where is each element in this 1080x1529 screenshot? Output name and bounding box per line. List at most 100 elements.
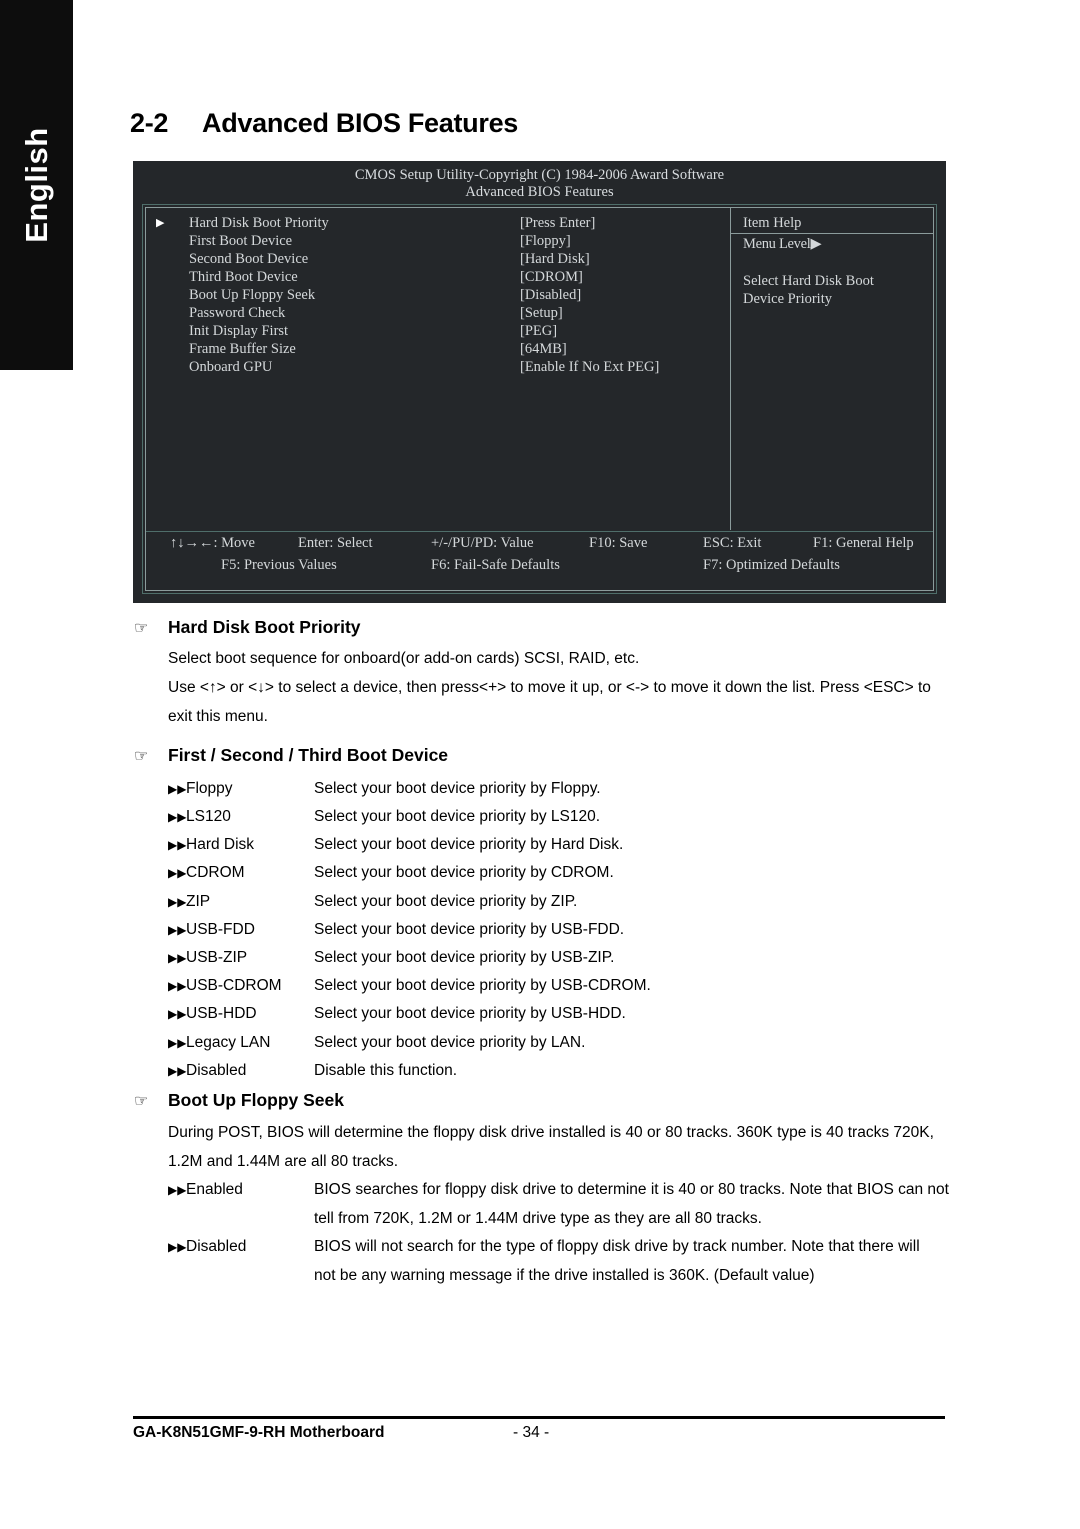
bios-option-label: Second Boot Device — [189, 251, 309, 267]
option-description: Select your boot device priority by CDRO… — [314, 864, 614, 881]
language-tab-english: English — [0, 0, 73, 370]
section-heading-boot-up-floppy-seek: ☞ Boot Up Floppy Seek — [134, 1090, 344, 1111]
key-f1: F1: General Help — [813, 535, 914, 551]
bios-inner-frame: ▶ Hard Disk Boot Priority [Press Enter] … — [145, 207, 934, 591]
bios-option-row[interactable]: First Boot Device [Floppy] — [156, 232, 730, 250]
bios-option-value[interactable]: [Enable If No Ext PEG] — [520, 358, 659, 376]
item-help-text-line1: Select Hard Disk Boot — [743, 273, 874, 289]
double-triangle-icon: ▶▶ — [168, 895, 187, 909]
bios-option-label: Boot Up Floppy Seek — [189, 287, 316, 303]
option-name: Legacy LAN — [186, 1034, 271, 1051]
key-enter: Enter: Select — [298, 535, 373, 551]
bios-option-value[interactable]: [Hard Disk] — [520, 250, 590, 268]
double-triangle-icon: ▶▶ — [168, 782, 187, 796]
option-name: ZIP — [186, 893, 211, 910]
key-value: +/-/PU/PD: Value — [431, 535, 534, 551]
pointing-hand-icon: ☞ — [134, 1093, 149, 1110]
bios-option-label: Frame Buffer Size — [189, 341, 296, 357]
option-name: USB-ZIP — [186, 949, 248, 966]
section-heading-label: Hard Disk Boot Priority — [168, 617, 361, 637]
double-triangle-icon: ▶▶ — [168, 979, 187, 993]
bios-key-legend-row2: F5: Previous Values F6: Fail-Safe Defaul… — [146, 554, 933, 576]
bios-option-label: Init Display First — [189, 323, 289, 339]
item-help-text-line2: Device Priority — [743, 291, 832, 307]
footer-divider — [133, 1416, 945, 1419]
option-name: CDROM — [186, 864, 245, 881]
bios-option-value[interactable]: [PEG] — [520, 322, 557, 340]
bios-option-label: Hard Disk Boot Priority — [189, 215, 329, 231]
option-name: USB-HDD — [186, 1005, 257, 1022]
bios-option-row[interactable]: ▶ Hard Disk Boot Priority [Press Enter] — [156, 214, 730, 232]
option-description: Disable this function. — [314, 1062, 458, 1079]
bios-option-value[interactable]: [Floppy] — [520, 232, 571, 250]
bios-option-value[interactable]: [CDROM] — [520, 268, 583, 286]
double-triangle-icon: ▶▶ — [168, 1007, 187, 1021]
bios-title-block: CMOS Setup Utility-Copyright (C) 1984-20… — [136, 164, 943, 201]
option-description: Select your boot device priority by USB-… — [314, 977, 651, 994]
language-tab-label: English — [18, 127, 54, 243]
bios-item-help-panel: Item Help Menu Level▶ Select Hard Disk B… — [730, 208, 933, 530]
bios-option-row[interactable]: Boot Up Floppy Seek [Disabled] — [156, 286, 730, 304]
section-paragraph: Select boot sequence for onboard(or add-… — [168, 650, 640, 667]
section-heading-boot-device: ☞ First / Second / Third Boot Device — [134, 745, 449, 766]
bios-option-label: Onboard GPU — [189, 359, 273, 375]
key-f7: F7: Optimized Defaults — [703, 557, 840, 573]
bios-setup-screenshot: CMOS Setup Utility-Copyright (C) 1984-20… — [133, 161, 946, 603]
bios-outer-frame: ▶ Hard Disk Boot Priority [Press Enter] … — [142, 204, 937, 594]
bios-key-legend-row1: ↑↓→←: Move Enter: Select +/-/PU/PD: Valu… — [146, 532, 933, 554]
bios-option-list: ▶ Hard Disk Boot Priority [Press Enter] … — [146, 208, 730, 530]
bios-page-name: Advanced BIOS Features — [465, 184, 614, 200]
bios-option-value[interactable]: [Disabled] — [520, 286, 581, 304]
bios-option-label: Password Check — [189, 305, 286, 321]
option-description: Select your boot device priority by USB-… — [314, 949, 615, 966]
option-description: Select your boot device priority by USB-… — [314, 921, 625, 938]
double-triangle-icon: ▶▶ — [168, 951, 187, 965]
section-paragraph: Use <↑> or <↓> to select a device, then … — [168, 679, 931, 725]
bios-option-row[interactable]: Frame Buffer Size [64MB] — [156, 340, 730, 358]
bios-option-label: First Boot Device — [189, 233, 293, 249]
bios-option-row[interactable]: Init Display First [PEG] — [156, 322, 730, 340]
double-triangle-icon: ▶▶ — [168, 1240, 187, 1254]
double-triangle-icon: ▶▶ — [168, 1036, 187, 1050]
key-f6: F6: Fail-Safe Defaults — [431, 557, 560, 573]
option-name: Floppy — [186, 780, 233, 797]
option-description: Select your boot device priority by LS12… — [314, 808, 601, 825]
menu-level-label: Menu Level▶ — [743, 236, 822, 252]
double-triangle-icon: ▶▶ — [168, 1183, 187, 1197]
option-name: Disabled — [186, 1238, 247, 1255]
double-triangle-icon: ▶▶ — [168, 866, 187, 880]
option-description: Select your boot device priority by USB-… — [314, 1005, 626, 1022]
option-description: BIOS will not search for the type of flo… — [314, 1238, 920, 1284]
bios-option-row[interactable]: Password Check [Setup] — [156, 304, 730, 322]
bios-option-value[interactable]: [Setup] — [520, 304, 563, 322]
page-title: 2-2 Advanced BIOS Features — [130, 108, 518, 139]
selection-arrow-icon: ▶ — [156, 217, 165, 229]
bios-body: ▶ Hard Disk Boot Priority [Press Enter] … — [146, 208, 933, 530]
bios-option-value[interactable]: [64MB] — [520, 340, 567, 358]
bios-option-label: Third Boot Device — [189, 269, 298, 285]
bios-option-row[interactable]: Third Boot Device [CDROM] — [156, 268, 730, 286]
section-title: Advanced BIOS Features — [202, 108, 519, 138]
bios-option-value[interactable]: [Press Enter] — [520, 214, 595, 232]
double-triangle-icon: ▶▶ — [168, 923, 187, 937]
section-number: 2-2 — [130, 108, 169, 138]
section-heading-hard-disk-boot-priority: ☞ Hard Disk Boot Priority — [134, 617, 361, 638]
bios-option-row[interactable]: Onboard GPU [Enable If No Ext PEG] — [156, 358, 730, 376]
footer-page-number: - 34 - — [513, 1424, 550, 1441]
option-description: Select your boot device priority by ZIP. — [314, 893, 578, 910]
double-triangle-icon: ▶▶ — [168, 1064, 187, 1078]
option-name: Enabled — [186, 1181, 243, 1198]
item-help-text: Select Hard Disk Boot Device Priority — [743, 272, 933, 308]
bios-option-row[interactable]: Second Boot Device [Hard Disk] — [156, 250, 730, 268]
double-triangle-icon: ▶▶ — [168, 838, 187, 852]
key-f5: F5: Previous Values — [221, 557, 337, 573]
key-esc: ESC: Exit — [703, 535, 762, 551]
key-f10: F10: Save — [589, 535, 648, 551]
option-description: BIOS searches for floppy disk drive to d… — [314, 1181, 949, 1227]
section-heading-label: First / Second / Third Boot Device — [168, 745, 449, 765]
option-name: LS120 — [186, 808, 231, 825]
pointing-hand-icon: ☞ — [134, 620, 149, 637]
key-move: ↑↓→←: Move — [170, 535, 255, 551]
option-name: Disabled — [186, 1062, 247, 1079]
option-name: USB-FDD — [186, 921, 255, 938]
